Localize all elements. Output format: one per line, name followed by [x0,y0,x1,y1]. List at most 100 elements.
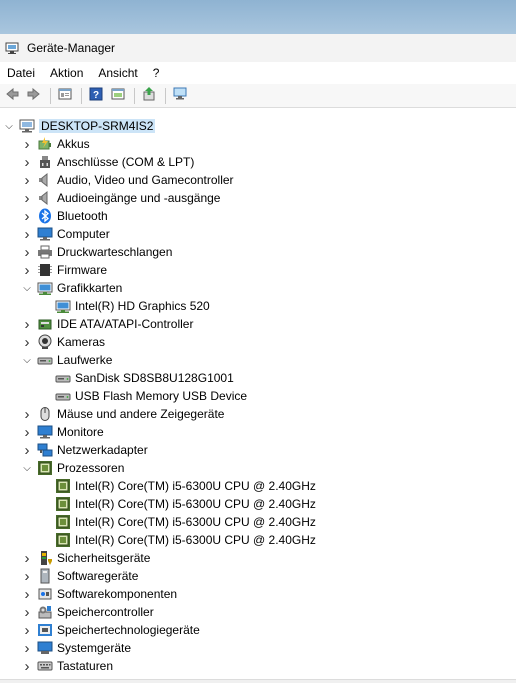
tree-category[interactable]: › Mäuse und andere Zeigegeräte [22,405,225,423]
computer-root-icon [19,118,35,134]
tree-category[interactable]: ⌵ Grafikkarten [22,279,122,297]
drive-icon [37,352,53,368]
tree-category[interactable]: › Softwaregeräte [22,567,139,585]
tree-category[interactable]: › Kameras [22,333,106,351]
tree-device[interactable]: USB Flash Memory USB Device [40,387,247,405]
tree-category[interactable]: › Softwarekomponenten [22,585,178,603]
tree-item-label: Speichercontroller [57,605,154,619]
chevron-down-icon[interactable]: ⌵ [22,279,32,297]
chevron-right-icon[interactable]: › [22,603,32,621]
toolbar-separator [134,87,135,104]
tree-category[interactable]: › Audioeingänge und -ausgänge [22,189,221,207]
tree-device[interactable]: Intel(R) HD Graphics 520 [40,297,210,315]
tree-category[interactable]: › Druckwarteschlangen [22,243,173,261]
speaker-icon [37,172,53,188]
tree-device[interactable]: SanDisk SD8SB8U128G1001 [40,369,234,387]
ide-controller-icon [37,316,53,332]
update-driver-icon [141,86,157,105]
chevron-right-icon[interactable]: › [22,153,32,171]
tree-category[interactable]: › Sicherheitsgeräte [22,549,151,567]
scan-hardware-button[interactable] [170,86,190,106]
tree-category[interactable]: › Speichercontroller [22,603,154,621]
show-hidden-button[interactable] [108,86,128,106]
back-icon [4,86,20,105]
tree-category[interactable]: › Netzwerkadapter [22,441,148,459]
device-tree[interactable]: ⌵ DESKTOP-SRM4IS2 › Akkus › Anschlüsse (COM &… [0,116,516,679]
chevron-right-icon[interactable]: › [22,621,32,639]
tree-root[interactable]: ⌵ DESKTOP-SRM4IS2 [4,117,156,135]
chevron-right-icon[interactable]: › [22,657,32,675]
tree-item-label: IDE ATA/ATAPI-Controller [57,317,194,331]
tree-device[interactable]: Intel(R) Core(TM) i5-6300U CPU @ 2.40GHz [40,513,316,531]
chevron-right-icon[interactable]: › [22,639,32,657]
back-button[interactable] [2,86,22,106]
chevron-right-icon[interactable]: › [22,315,32,333]
tree-item-label: Systemgeräte [57,641,132,655]
chevron-right-icon[interactable]: › [22,189,32,207]
display-adapter-icon [37,280,53,296]
chevron-right-icon[interactable]: › [22,135,32,153]
update-driver-button[interactable] [139,86,159,106]
menu-aktion[interactable]: Aktion [50,66,83,80]
chevron-down-icon[interactable]: ⌵ [22,459,32,477]
device-manager-app-icon [5,41,19,55]
chevron-right-icon[interactable]: › [22,585,32,603]
window-title: Geräte-Manager [27,41,116,55]
chevron-right-icon[interactable]: › [22,171,32,189]
tree-category[interactable]: › IDE ATA/ATAPI-Controller [22,315,194,333]
tree-item-label: Intel(R) Core(TM) i5-6300U CPU @ 2.40GHz [75,515,316,529]
tree-category[interactable]: ⌵ Laufwerke [22,351,112,369]
chevron-right-icon[interactable]: › [22,423,32,441]
tree-item-label: Druckwarteschlangen [57,245,173,259]
tree-category[interactable]: › Akkus [22,135,90,153]
tree-device[interactable]: Intel(R) Core(TM) i5-6300U CPU @ 2.40GHz [40,495,316,513]
desktop-background [0,0,516,34]
chevron-right-icon[interactable]: › [22,225,32,243]
tree-item-label: Kameras [57,335,106,349]
tree-category[interactable]: › Anschlüsse (COM & LPT) [22,153,195,171]
tree-category[interactable]: ⌵ Prozessoren [22,459,124,477]
forward-button[interactable] [24,86,44,106]
cpu-icon [55,514,71,530]
status-bar [0,679,516,683]
tree-category[interactable]: › Tastaturen [22,657,114,675]
tree-category[interactable]: › Computer [22,225,110,243]
tree-device[interactable]: Intel(R) Core(TM) i5-6300U CPU @ 2.40GHz [40,477,316,495]
drive-icon [55,388,71,404]
tree-category[interactable]: › Speichertechnologiegeräte [22,621,200,639]
mouse-icon [37,406,53,422]
chevron-right-icon[interactable]: › [22,441,32,459]
tree-category[interactable]: › Monitore [22,423,104,441]
tree-item-label: Grafikkarten [57,281,123,295]
tree-category[interactable]: › Firmware [22,261,108,279]
chevron-right-icon[interactable]: › [22,243,32,261]
tree-category[interactable]: › Bluetooth [22,207,108,225]
tree-category[interactable]: › Audio, Video und Gamecontroller [22,171,234,189]
tree-item-label: Tastaturen [57,659,114,673]
tree-item-label: Softwaregeräte [57,569,139,583]
chevron-right-icon[interactable]: › [22,405,32,423]
properties-button[interactable] [55,86,75,106]
tree-category[interactable]: › Systemgeräte [22,639,132,657]
menu-help[interactable]: ? [153,66,160,80]
help-button[interactable]: ? [86,86,106,106]
monitor-icon [37,424,53,440]
tree-item-label: Audioeingänge und -ausgänge [57,191,221,205]
tree-device[interactable]: Intel(R) Core(TM) i5-6300U CPU @ 2.40GHz [40,531,316,549]
chevron-right-icon[interactable]: › [22,333,32,351]
cpu-icon [37,460,53,476]
menu-datei[interactable]: Datei [7,66,35,80]
chevron-right-icon[interactable]: › [22,261,32,279]
menu-bar: Datei Aktion Ansicht ? [0,62,516,84]
chevron-right-icon[interactable]: › [22,207,32,225]
chevron-right-icon[interactable]: › [22,549,32,567]
menu-ansicht[interactable]: Ansicht [98,66,137,80]
battery-icon [37,136,53,152]
chevron-down-icon[interactable]: ⌵ [4,117,14,135]
system-device-icon [37,640,53,656]
chevron-right-icon[interactable]: › [22,567,32,585]
chevron-down-icon[interactable]: ⌵ [22,351,32,369]
